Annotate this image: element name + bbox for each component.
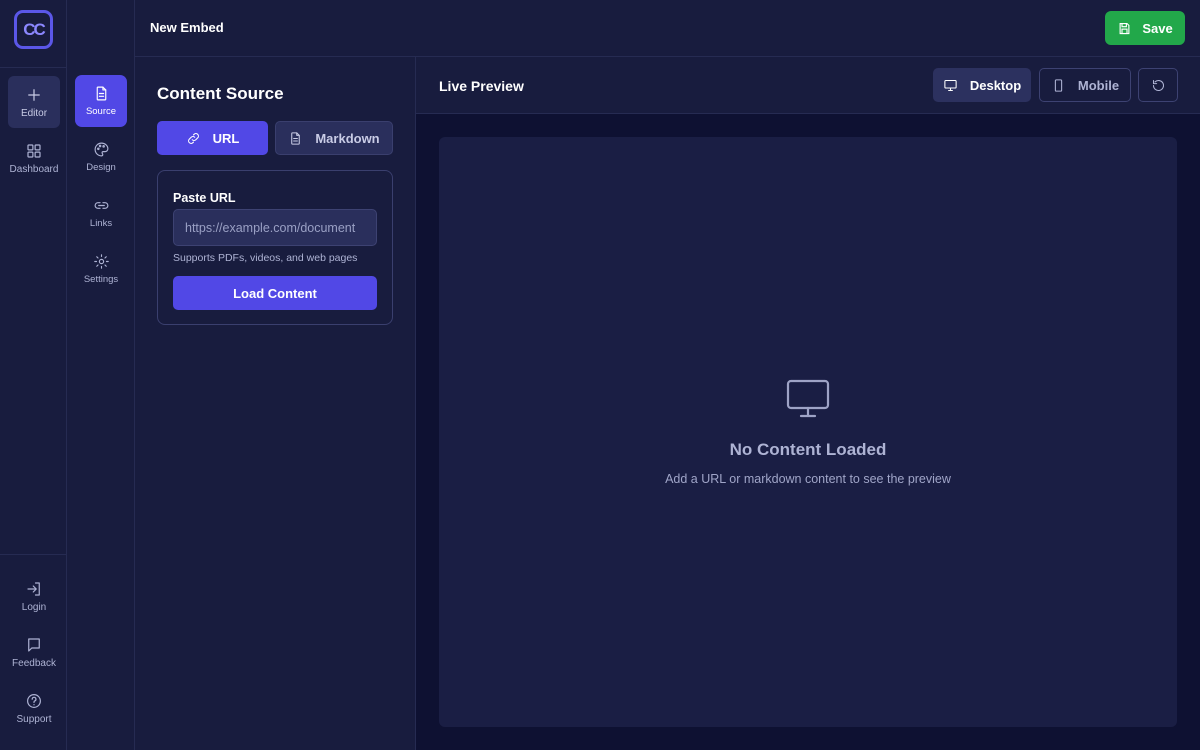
panel-title: Content Source	[157, 84, 284, 103]
empty-state-title: No Content Loaded	[729, 440, 887, 459]
sidebar-item-label: Links	[89, 218, 113, 229]
sidebar-item-label: Feedback	[12, 657, 56, 669]
save-icon	[1119, 22, 1130, 34]
link-icon	[94, 202, 108, 209]
tab-label: URL	[212, 130, 240, 146]
sidebar-item-feedback[interactable]: Feedback	[8, 626, 60, 678]
app-logo[interactable]: CC	[14, 10, 53, 49]
sidebar-item-label: Login	[21, 601, 47, 613]
palette-icon	[94, 142, 108, 157]
sidebar-item-links[interactable]: Links	[75, 187, 127, 239]
tab-url[interactable]: URL	[157, 121, 268, 155]
sidebar-item-editor[interactable]: Editor	[8, 76, 60, 128]
save-button[interactable]: Save	[1105, 11, 1185, 45]
sidebar-item-label: Editor	[20, 107, 48, 119]
tab-label: Markdown	[315, 130, 380, 146]
load-content-button[interactable]: Load Content	[173, 276, 377, 310]
sidebar-divider	[0, 67, 67, 68]
sidebar-item-label: Design	[86, 162, 116, 173]
url-label: Paste URL	[173, 191, 236, 205]
logo-text: CC	[23, 19, 46, 39]
app-root: CC Editor Dashboard Login Feedback Suppo…	[0, 0, 1200, 750]
link-icon	[187, 132, 199, 144]
empty-state-subtitle: Add a URL or markdown content to see the…	[665, 472, 951, 486]
tab-markdown[interactable]: Markdown	[275, 121, 393, 155]
mobile-view-button[interactable]: Mobile	[1039, 68, 1131, 102]
phone-icon	[1054, 78, 1063, 92]
help-icon	[27, 693, 41, 708]
preview-title: Live Preview	[439, 78, 524, 94]
sidebar-item-source[interactable]: Source	[75, 75, 127, 127]
preview-area: No Content Loaded Add a URL or markdown …	[416, 114, 1200, 750]
content-source-panel: Content Source URL Markdown Paste URL Su…	[135, 57, 416, 750]
sidebar-item-label: Dashboard	[9, 163, 59, 175]
document-title[interactable]: New Embed	[150, 20, 224, 35]
sidebar-item-settings[interactable]: Settings	[75, 243, 127, 295]
preview-header: Live Preview Desktop Mobile	[416, 57, 1200, 114]
login-icon	[27, 581, 40, 596]
grid-icon	[27, 143, 41, 158]
desktop-label: Desktop	[969, 77, 1022, 93]
plus-icon	[28, 88, 40, 101]
sidebar-item-label: Source	[85, 106, 117, 117]
sidebar-item-support[interactable]: Support	[8, 682, 60, 734]
sidebar-item-label: Support	[16, 713, 52, 725]
monitor-icon	[944, 79, 957, 91]
sidebar-divider	[0, 554, 67, 555]
chat-icon	[28, 637, 40, 652]
document-icon	[96, 86, 106, 101]
sidebar-item-label: Settings	[83, 274, 119, 285]
editor-sidebar: Source Design Links Settings	[67, 0, 135, 750]
top-bar: New Embed Save	[135, 0, 1200, 57]
url-card: Paste URL Supports PDFs, videos, and web…	[157, 170, 393, 325]
url-hint: Supports PDFs, videos, and web pages	[173, 252, 358, 264]
mobile-label: Mobile	[1077, 77, 1120, 93]
gear-icon	[93, 254, 109, 269]
preview-frame: No Content Loaded Add a URL or markdown …	[439, 137, 1177, 727]
desktop-view-button[interactable]: Desktop	[933, 68, 1031, 102]
refresh-icon	[1152, 79, 1164, 91]
save-label: Save	[1142, 20, 1173, 36]
sidebar-item-design[interactable]: Design	[75, 131, 127, 183]
sidebar-item-login[interactable]: Login	[8, 570, 60, 622]
document-icon	[291, 131, 301, 145]
url-input[interactable]	[173, 209, 377, 246]
refresh-button[interactable]	[1138, 68, 1178, 102]
monitor-icon	[786, 379, 830, 419]
primary-sidebar: CC Editor Dashboard Login Feedback Suppo…	[0, 0, 67, 750]
sidebar-item-dashboard[interactable]: Dashboard	[8, 132, 60, 184]
